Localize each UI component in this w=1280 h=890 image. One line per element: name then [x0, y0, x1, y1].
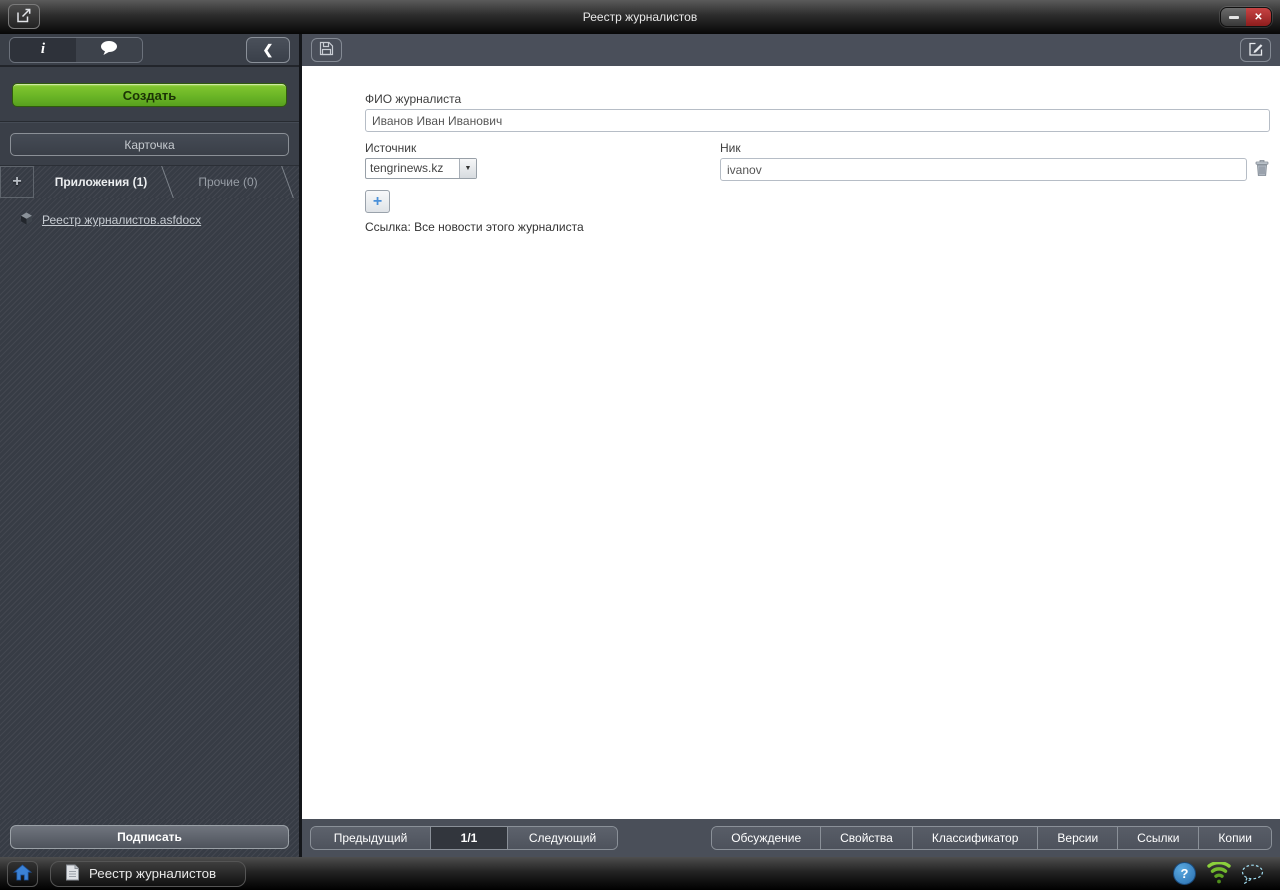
form-content: ФИО журналиста Источник tengrinews.kz ▼ …	[302, 66, 1280, 819]
source-select-value: tengrinews.kz	[370, 161, 444, 175]
fio-input[interactable]	[365, 109, 1270, 132]
fio-label: ФИО журналиста	[365, 92, 462, 106]
save-button[interactable]	[311, 38, 342, 62]
document-toolbar	[302, 34, 1280, 66]
taskbar-item-label: Реестр журналистов	[89, 866, 217, 881]
attachment-tabs: + Приложения (1) Прочие (0)	[0, 165, 299, 198]
taskbar: Реестр журналистов ?	[0, 857, 1280, 890]
chevron-left-icon: ❮	[262, 41, 274, 57]
tab-others[interactable]: Прочие (0)	[168, 166, 288, 198]
add-nick-button[interactable]: +	[365, 190, 390, 213]
source-label: Источник	[365, 141, 417, 155]
open-external-icon	[16, 8, 32, 26]
create-button[interactable]: Создать	[12, 83, 287, 107]
tab-properties[interactable]: Свойства	[821, 827, 913, 849]
home-button[interactable]	[7, 860, 38, 887]
help-icon: ?	[1180, 866, 1189, 881]
collapse-sidebar-button[interactable]: ❮	[246, 36, 290, 63]
info-icon: i	[40, 41, 46, 57]
prev-page-button[interactable]: Предыдущий	[311, 827, 431, 849]
add-attachment-button[interactable]: +	[0, 166, 34, 198]
plus-icon: +	[12, 173, 22, 190]
tab-links[interactable]: Ссылки	[1118, 827, 1200, 849]
card-button[interactable]: Карточка	[10, 133, 289, 156]
attachment-list: Реестр журналистов.asfdocx	[0, 198, 299, 819]
close-icon: ✕	[1254, 11, 1263, 23]
open-external-button[interactable]	[8, 4, 40, 29]
list-item: Реестр журналистов.asfdocx	[20, 212, 299, 228]
sign-button[interactable]: Подписать	[10, 825, 289, 849]
delete-row-button[interactable]	[1254, 159, 1270, 180]
sidebar: i ❮ Создать Карточка + Приложения (1) Пр…	[0, 34, 302, 857]
taskbar-item-registry[interactable]: Реестр журналистов	[50, 860, 246, 887]
source-select[interactable]: tengrinews.kz ▼	[365, 158, 477, 179]
offline-chat-icon[interactable]	[1240, 864, 1265, 884]
title-bar: Реестр журналистов ✕	[0, 0, 1280, 34]
pagination: Предыдущий 1/1 Следующий	[310, 826, 618, 850]
help-button[interactable]: ?	[1173, 862, 1196, 885]
info-chat-toggle: i	[9, 36, 143, 63]
minimize-button[interactable]	[1221, 8, 1246, 26]
window-controls: ✕	[1220, 7, 1272, 27]
next-page-button[interactable]: Следующий	[507, 827, 617, 849]
chat-bubble-icon	[99, 40, 119, 59]
trash-icon	[1254, 159, 1270, 180]
bottom-tab-group: Обсуждение Свойства Классификатор Версии…	[711, 826, 1272, 850]
info-toggle-button[interactable]: i	[10, 37, 76, 62]
file-cube-icon	[20, 212, 33, 228]
main-panel: ФИО журналиста Источник tengrinews.kz ▼ …	[302, 34, 1280, 857]
tab-versions[interactable]: Версии	[1038, 827, 1119, 849]
bottom-bar: Предыдущий 1/1 Следующий Обсуждение Свой…	[302, 819, 1280, 857]
tab-classifier[interactable]: Классификатор	[912, 827, 1039, 849]
page-counter: 1/1	[431, 827, 507, 849]
journalist-news-link: Ссылка: Все новости этого журналиста	[365, 220, 584, 234]
home-icon	[12, 863, 33, 884]
edit-button[interactable]	[1240, 38, 1271, 62]
tab-attachments[interactable]: Приложения (1)	[34, 166, 168, 198]
window-title: Реестр журналистов	[582, 10, 698, 24]
tab-discussion[interactable]: Обсуждение	[712, 827, 822, 849]
nick-label: Ник	[720, 141, 741, 155]
minimize-icon	[1228, 15, 1239, 19]
chevron-down-icon: ▼	[459, 159, 476, 178]
chat-toggle-button[interactable]	[76, 37, 142, 62]
tab-copies[interactable]: Копии	[1199, 827, 1271, 849]
close-button[interactable]: ✕	[1246, 8, 1271, 26]
attachment-file-link[interactable]: Реестр журналистов.asfdocx	[42, 213, 201, 227]
sidebar-footer: Подписать	[0, 819, 299, 857]
document-icon	[65, 864, 80, 884]
app-window: Реестр журналистов ✕ i ❮ Создать Карточк…	[0, 0, 1280, 890]
sidebar-divider	[0, 121, 299, 123]
nick-input[interactable]	[720, 158, 1247, 181]
sidebar-toolbar: i ❮	[0, 34, 299, 67]
edit-pencil-icon	[1248, 41, 1264, 60]
network-signal-icon[interactable]	[1206, 862, 1232, 885]
save-floppy-icon	[319, 41, 334, 59]
